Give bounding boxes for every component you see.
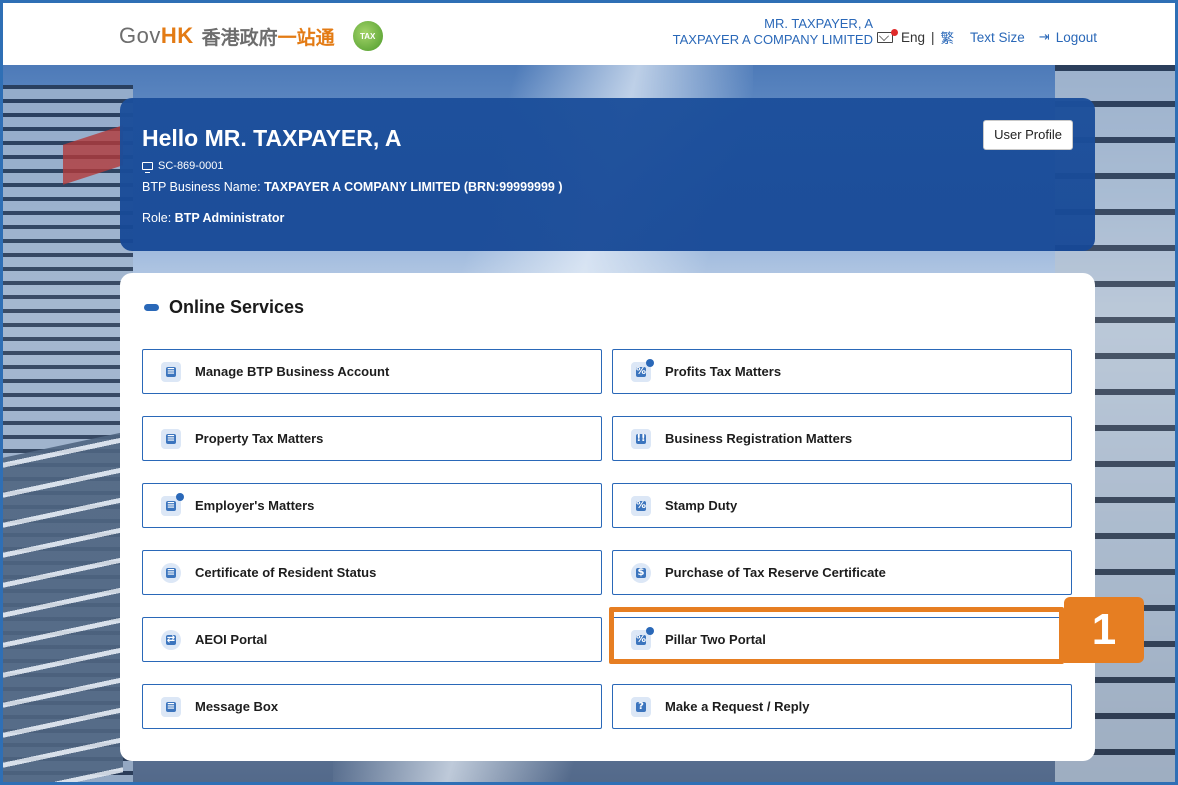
business-name-label: BTP Business Name:	[142, 180, 261, 194]
service-pillar-two-portal[interactable]: % Pillar Two Portal	[612, 617, 1072, 662]
heading-pill-icon	[144, 304, 159, 311]
user-info: MR. TAXPAYER, A TAXPAYER A COMPANY LIMIT…	[673, 16, 873, 48]
logo-text: GovHK	[119, 23, 194, 48]
service-certificate-resident-status[interactable]: ≡ Certificate of Resident Status	[142, 550, 602, 595]
service-aeoi-portal[interactable]: ⇄ AEOI Portal	[142, 617, 602, 662]
lang-separator: |	[931, 29, 935, 45]
employer-doc-icon: ≡	[161, 492, 184, 516]
profile-card: Hello MR. TAXPAYER, A SC-869-0001 BTP Bu…	[120, 98, 1095, 251]
service-profits-tax[interactable]: % Profits Tax Matters	[612, 349, 1072, 394]
percent-doc-icon: %	[631, 358, 654, 382]
lang-traditional[interactable]: 繁	[941, 27, 955, 47]
logo-chinese-part2: 一站通	[277, 26, 335, 49]
service-label: Message Box	[195, 699, 279, 714]
service-label: Manage BTP Business Account	[195, 364, 390, 379]
service-stamp-duty[interactable]: % Stamp Duty	[612, 483, 1072, 528]
service-property-tax[interactable]: ≡ Property Tax Matters	[142, 416, 602, 461]
building-left-lower	[3, 432, 123, 782]
service-make-request-reply[interactable]: ? Make a Request / Reply	[612, 684, 1072, 729]
services-heading: Online Services	[144, 297, 304, 318]
user-name: MR. TAXPAYER, A	[764, 16, 873, 31]
service-tax-reserve-certificate[interactable]: $ Purchase of Tax Reserve Certificate	[612, 550, 1072, 595]
logout-link[interactable]: Logout	[1056, 30, 1097, 45]
service-label: Profits Tax Matters	[665, 364, 782, 379]
service-label: Property Tax Matters	[195, 431, 324, 446]
service-message-box[interactable]: ≡ Message Box	[142, 684, 602, 729]
business-name-value: TAXPAYER A COMPANY LIMITED (BRN:99999999…	[264, 180, 563, 194]
header-nav: Eng | 繁 Text Size ⇥ Logout	[876, 27, 1097, 47]
role-value: BTP Administrator	[174, 211, 285, 225]
service-label: Employer's Matters	[195, 498, 315, 513]
service-label: Stamp Duty	[665, 498, 738, 513]
tax-badge-icon: TAX	[352, 21, 383, 51]
greeting: Hello MR. TAXPAYER, A	[142, 125, 402, 151]
service-manage-btp-account[interactable]: ≡ Manage BTP Business Account	[142, 349, 602, 394]
user-profile-button[interactable]: User Profile	[983, 120, 1073, 150]
role-row: Role: BTP Administrator	[142, 211, 284, 225]
monitor-icon	[142, 162, 153, 173]
business-name-row: BTP Business Name: TAXPAYER A COMPANY LI…	[142, 180, 563, 194]
exchange-icon: ⇄	[161, 629, 181, 650]
certificate-icon: ≡	[161, 562, 181, 583]
service-employers-matters[interactable]: ≡ Employer's Matters	[142, 483, 602, 528]
logout-icon[interactable]: ⇥	[1039, 29, 1050, 45]
message-icon: ≡	[161, 696, 181, 717]
account-id-row: SC-869-0001	[142, 160, 224, 173]
stamp-percent-icon: %	[631, 495, 651, 516]
globe-percent-icon: %	[631, 626, 654, 650]
service-label: Purchase of Tax Reserve Certificate	[665, 565, 886, 580]
govhk-logo[interactable]: GovHK 香港政府一站通 TAX	[119, 21, 383, 51]
role-label: Role:	[142, 211, 172, 225]
service-label: Certificate of Resident Status	[195, 565, 377, 580]
logo-hk-text: HK	[160, 23, 194, 48]
service-business-registration[interactable]: !! Business Registration Matters	[612, 416, 1072, 461]
step-number-badge: 1	[1064, 597, 1144, 663]
browser-frame: GovHK 香港政府一站通 TAX MR. TAXPAYER, A TAXPAY…	[0, 0, 1178, 785]
user-company: TAXPAYER A COMPANY LIMITED	[672, 32, 873, 47]
service-label: Make a Request / Reply	[665, 699, 810, 714]
online-services-card: Online Services ≡ Manage BTP Business Ac…	[120, 273, 1095, 761]
text-size-link[interactable]: Text Size	[970, 30, 1025, 45]
mail-icon[interactable]	[876, 28, 898, 43]
dollar-icon: $	[631, 562, 651, 583]
service-label: AEOI Portal	[195, 632, 268, 647]
unread-dot	[890, 28, 898, 36]
top-header: GovHK 香港政府一站通 TAX MR. TAXPAYER, A TAXPAY…	[3, 3, 1175, 65]
registration-icon: !!	[631, 428, 651, 449]
service-label: Business Registration Matters	[665, 431, 853, 446]
question-icon: ?	[631, 696, 651, 717]
badge-text: TAX	[359, 31, 376, 41]
building-doc-icon: ≡	[161, 428, 181, 449]
service-label: Pillar Two Portal	[665, 632, 766, 647]
account-id: SC-869-0001	[158, 160, 224, 172]
lang-eng[interactable]: Eng	[901, 30, 925, 45]
logo-chinese: 香港政府一站通	[202, 23, 335, 50]
services-title: Online Services	[169, 297, 305, 317]
id-card-icon: ≡	[161, 361, 181, 382]
logo-chinese-part1: 香港政府	[201, 26, 278, 49]
